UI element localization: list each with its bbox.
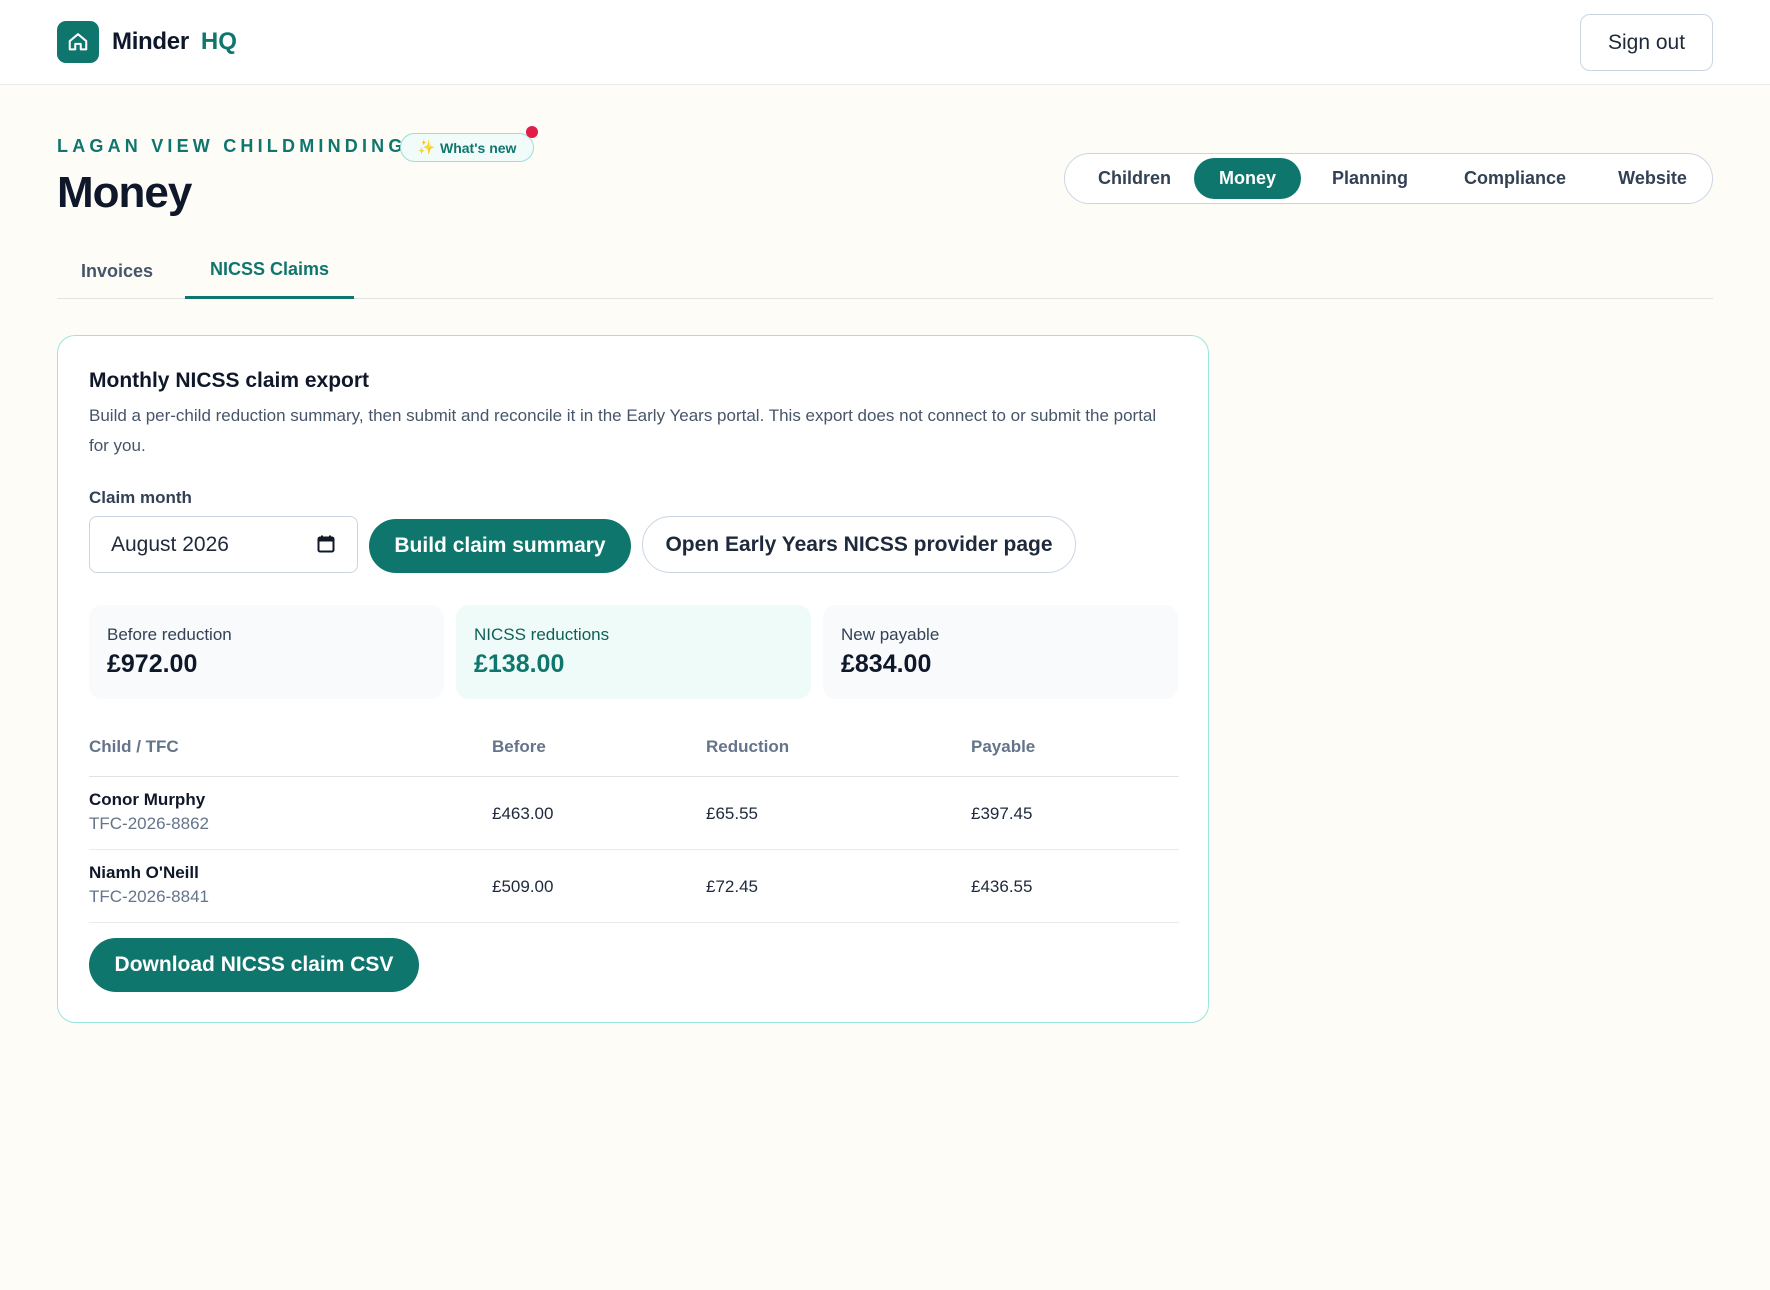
brand[interactable]: Minder HQ bbox=[57, 21, 237, 63]
table-header: Child / TFC Before Reduction Payable bbox=[89, 715, 1179, 777]
claim-month-value: August 2026 bbox=[111, 532, 229, 556]
payable-amount: £436.55 bbox=[971, 877, 1033, 896]
card-description: Build a per-child reduction summary, the… bbox=[89, 406, 1157, 455]
table-row: Conor Murphy TFC-2026-8862 £463.00 £65.5… bbox=[89, 777, 1179, 850]
top-bar: Minder HQ Sign out bbox=[0, 0, 1770, 85]
column-header-reduction: Reduction bbox=[706, 737, 790, 756]
column-header-child: Child / TFC bbox=[89, 737, 179, 756]
before-amount: £463.00 bbox=[492, 804, 554, 823]
tfc-reference: TFC-2026-8862 bbox=[89, 814, 210, 833]
download-csv-button[interactable]: Download NICSS claim CSV bbox=[89, 938, 419, 992]
reduction-amount: £65.55 bbox=[706, 804, 758, 823]
tab-nicss-claims[interactable]: NICSS Claims bbox=[185, 244, 354, 299]
tab-invoices[interactable]: Invoices bbox=[57, 244, 177, 298]
brand-name: Minder bbox=[112, 28, 189, 55]
claim-month-input[interactable]: August 2026 bbox=[89, 516, 358, 573]
column-header-before: Before bbox=[492, 737, 546, 756]
nav-website[interactable]: Website bbox=[1599, 158, 1706, 199]
stat-new-payable: New payable £834.00 bbox=[823, 605, 1178, 699]
page-title: Money bbox=[57, 168, 192, 217]
house-icon bbox=[57, 21, 99, 63]
before-amount: £509.00 bbox=[492, 877, 554, 896]
card-title: Monthly NICSS claim export bbox=[89, 369, 370, 392]
sign-out-button[interactable]: Sign out bbox=[1580, 14, 1713, 71]
brand-suffix: HQ bbox=[200, 28, 237, 55]
stat-label: Before reduction bbox=[107, 625, 232, 644]
payable-amount: £397.45 bbox=[971, 804, 1033, 823]
stat-before-reduction: Before reduction £972.00 bbox=[89, 605, 444, 699]
stat-value: £834.00 bbox=[841, 650, 932, 678]
main-nav: Children Money Planning Compliance Websi… bbox=[1064, 153, 1713, 204]
stat-nicss-reductions: NICSS reductions £138.00 bbox=[456, 605, 811, 699]
whats-new-button[interactable]: ✨ What's new bbox=[400, 126, 538, 162]
claims-table: Child / TFC Before Reduction Payable Con… bbox=[89, 715, 1179, 923]
tfc-reference: TFC-2026-8841 bbox=[89, 887, 210, 906]
stat-label: New payable bbox=[841, 625, 940, 644]
nav-compliance[interactable]: Compliance bbox=[1436, 158, 1594, 199]
stat-value: £972.00 bbox=[107, 650, 198, 678]
money-subtabs: Invoices NICSS Claims bbox=[57, 244, 1713, 299]
whats-new-label: What's new bbox=[439, 139, 517, 156]
nav-children[interactable]: Children bbox=[1073, 158, 1196, 199]
build-claim-summary-button[interactable]: Build claim summary bbox=[369, 519, 631, 573]
table-row: Niamh O'Neill TFC-2026-8841 £509.00 £72.… bbox=[89, 850, 1179, 923]
stat-value: £138.00 bbox=[474, 650, 565, 678]
sparkle-icon: ✨ bbox=[417, 139, 435, 155]
claim-month-label: Claim month bbox=[89, 488, 192, 507]
notification-dot bbox=[526, 126, 538, 138]
nav-planning[interactable]: Planning bbox=[1310, 158, 1430, 199]
organisation-name: LAGAN VIEW CHILDMINDING bbox=[57, 136, 407, 156]
nicss-claim-card: Monthly NICSS claim export Build a per-c… bbox=[57, 335, 1209, 1023]
child-name: Niamh O'Neill bbox=[89, 863, 199, 882]
reduction-amount: £72.45 bbox=[706, 877, 758, 896]
calendar-icon[interactable] bbox=[317, 535, 335, 559]
open-provider-page-button[interactable]: Open Early Years NICSS provider page bbox=[642, 516, 1076, 573]
column-header-payable: Payable bbox=[971, 737, 1036, 756]
stat-label: NICSS reductions bbox=[474, 625, 610, 644]
nav-money[interactable]: Money bbox=[1194, 158, 1301, 199]
child-name: Conor Murphy bbox=[89, 790, 206, 809]
